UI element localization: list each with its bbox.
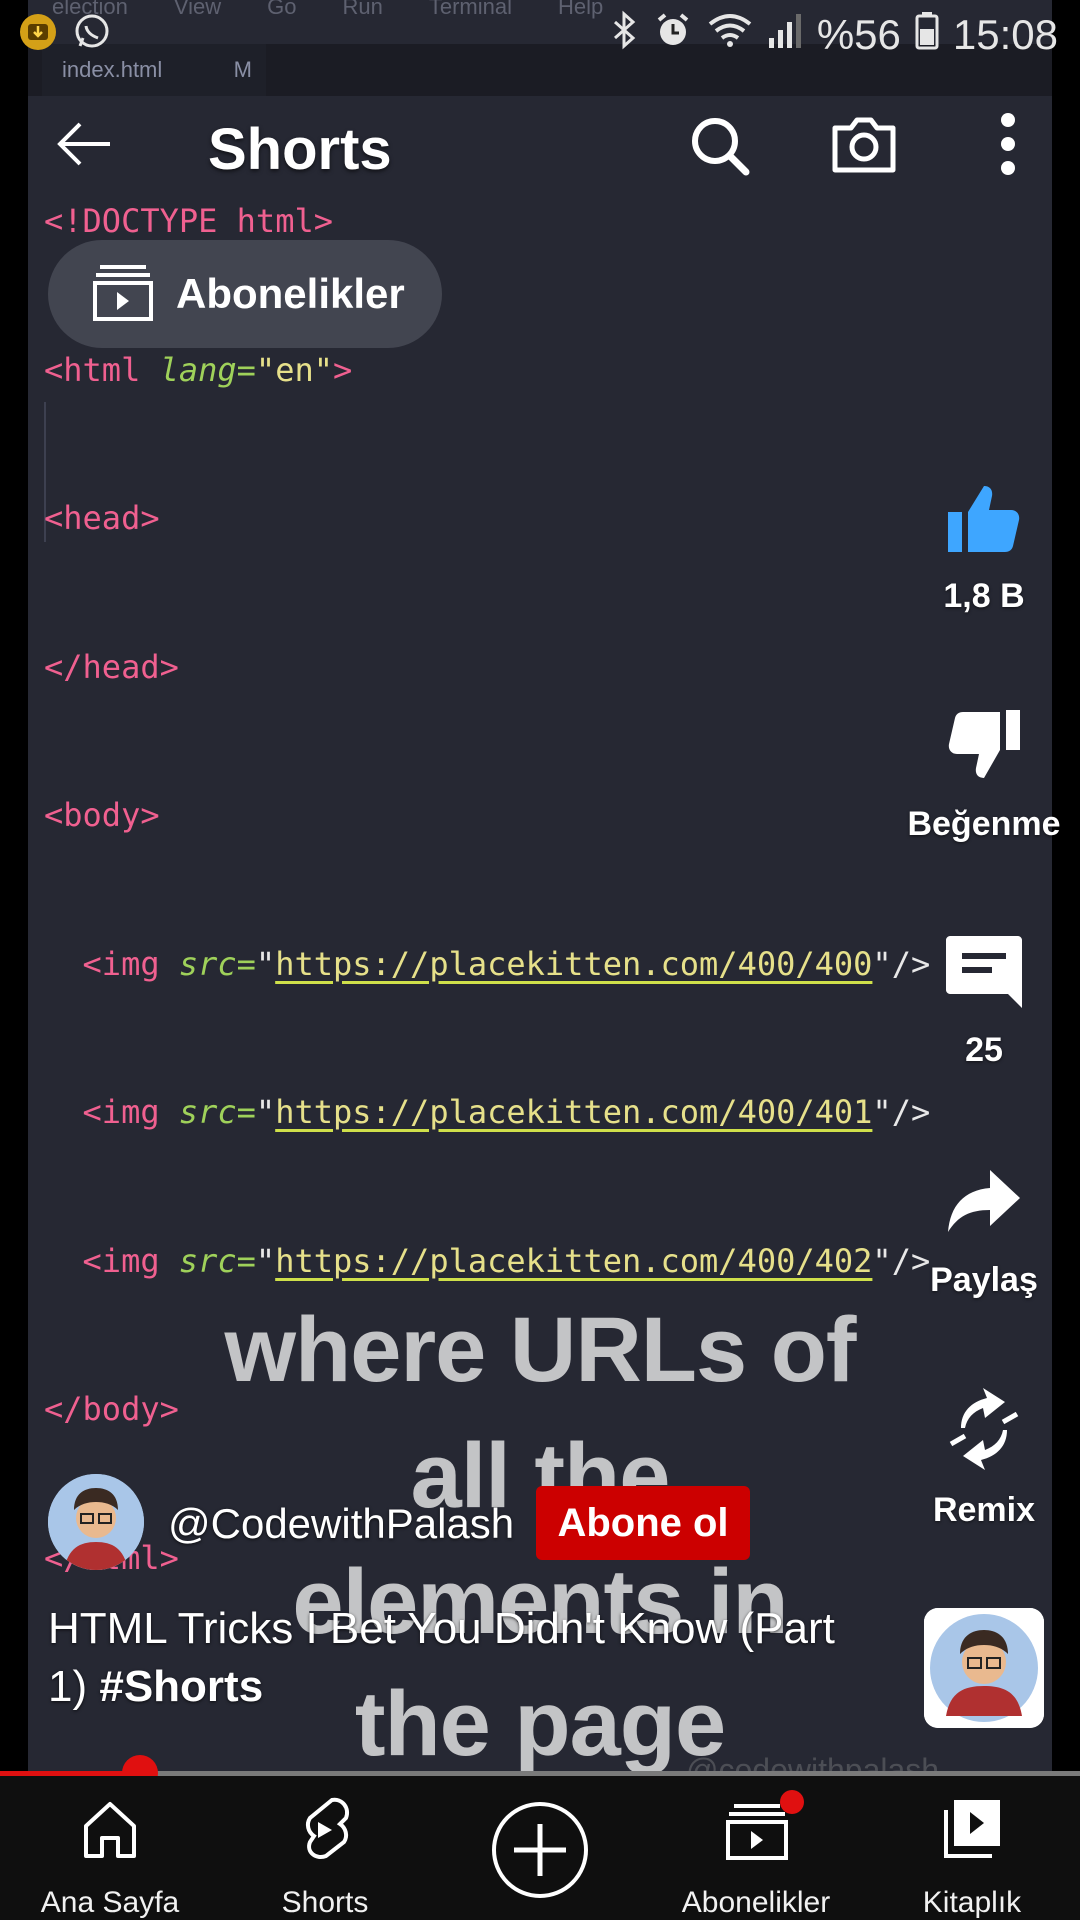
thumbs-down-icon	[944, 710, 1024, 790]
more-options-button[interactable]	[988, 110, 1028, 182]
search-icon	[688, 114, 752, 183]
home-icon	[78, 1798, 142, 1867]
code-line: <head>	[44, 494, 1044, 544]
code-line: <img src="https://placekitten.com/400/40…	[82, 1241, 931, 1280]
battery-icon	[915, 10, 939, 60]
code-img-tag: <img	[82, 1093, 160, 1131]
code-src-attr: src=	[178, 1241, 256, 1280]
nav-home[interactable]: Ana Sayfa	[20, 1776, 200, 1920]
subscriptions-icon	[92, 263, 154, 326]
signal-icon	[767, 10, 803, 60]
status-bar: %56 15:08	[0, 0, 1080, 72]
nav-create[interactable]	[488, 1776, 592, 1920]
code-doctype: <!DOCTYPE html>	[44, 202, 333, 240]
subscriptions-chip-label: Abonelikler	[176, 270, 405, 317]
nav-subscriptions[interactable]: Abonelikler	[670, 1776, 842, 1920]
library-icon	[942, 1798, 1002, 1865]
subscriptions-nav-icon	[724, 1802, 790, 1867]
code-head-open: <head>	[44, 499, 160, 537]
comment-icon	[944, 936, 1024, 1016]
share-label: Paylaş	[930, 1261, 1038, 1299]
add-icon	[490, 1800, 590, 1905]
comments-button[interactable]: 25	[900, 932, 1068, 1070]
code-line: <html lang="en">	[44, 350, 353, 389]
alarm-icon	[653, 10, 693, 60]
share-button[interactable]: Paylaş	[900, 1162, 1068, 1300]
video-hashtag[interactable]: #Shorts	[99, 1662, 263, 1711]
code-line: <img src="https://placekitten.com/400/40…	[82, 1093, 931, 1131]
video-caption-line: where URLs of	[224, 1299, 856, 1401]
new-content-dot	[780, 1790, 804, 1814]
comment-count: 25	[965, 1031, 1003, 1069]
remix-icon	[941, 1388, 1027, 1476]
code-img-tag: <img	[82, 1241, 160, 1280]
nav-shorts-label: Shorts	[281, 1886, 369, 1919]
code-url: https://placekitten.com/400/400	[275, 944, 873, 983]
like-count: 1,8 B	[943, 577, 1025, 615]
page-title: Shorts	[208, 117, 392, 182]
dislike-button[interactable]: Beğenme	[900, 706, 1068, 844]
subscriptions-chip[interactable]: Abonelikler	[48, 240, 442, 348]
code-line: <body>	[44, 791, 1044, 841]
shorts-icon	[292, 1796, 356, 1869]
sound-thumbnail[interactable]	[924, 1608, 1044, 1728]
channel-name[interactable]: @CodewithPalash	[168, 1500, 514, 1548]
more-vertical-icon	[996, 111, 1020, 182]
code-img-tag: <img	[82, 944, 160, 983]
camera-button[interactable]	[828, 114, 900, 178]
whatsapp-icon	[72, 12, 112, 57]
dislike-label: Beğenme	[907, 805, 1061, 843]
nav-subscriptions-label: Abonelikler	[681, 1886, 831, 1919]
code-line: <img src="https://placekitten.com/400/40…	[82, 944, 931, 983]
camera-icon	[829, 114, 899, 179]
video-title[interactable]: HTML Tricks I Bet You Didn't Know (Part …	[48, 1600, 868, 1716]
bluetooth-icon	[609, 10, 639, 60]
code-url: https://placekitten.com/400/401	[275, 1093, 873, 1131]
nav-library-label: Kitaplık	[922, 1886, 1022, 1919]
code-head-close: </head>	[44, 647, 179, 686]
code-lang-attr: lang=	[159, 350, 256, 389]
remix-label: Remix	[932, 1491, 1036, 1529]
search-button[interactable]	[686, 114, 754, 182]
bottom-navigation: Ana Sayfa Shorts Abonelikler Kitaplık	[0, 1776, 1080, 1920]
code-body-open: <body>	[44, 796, 160, 834]
code-src-attr: src=	[178, 944, 256, 983]
code-self-close: "/>	[872, 1093, 931, 1131]
code-url: https://placekitten.com/400/402	[275, 1241, 873, 1280]
back-arrow-icon	[54, 119, 114, 174]
code-html-open: <html	[44, 350, 141, 389]
remix-button[interactable]: Remix	[900, 1386, 1068, 1530]
wifi-icon	[707, 10, 753, 60]
nav-library[interactable]: Kitaplık	[900, 1776, 1044, 1920]
nav-shorts[interactable]: Shorts	[240, 1776, 410, 1920]
thumbs-up-icon	[944, 486, 1024, 562]
battery-percent: %56	[816, 11, 901, 58]
like-button[interactable]: 1,8 B	[900, 478, 1068, 616]
code-line: </head>	[44, 643, 1044, 693]
share-icon	[944, 1170, 1024, 1246]
back-button[interactable]	[52, 114, 116, 178]
code-lang-val: "en"	[255, 350, 333, 389]
download-notification-icon	[18, 12, 58, 57]
subscribe-button[interactable]: Abone ol	[536, 1486, 750, 1560]
nav-home-label: Ana Sayfa	[40, 1886, 180, 1919]
channel-avatar[interactable]	[48, 1474, 144, 1570]
clock-time: 15:08	[952, 11, 1058, 58]
code-src-attr: src=	[178, 1093, 256, 1131]
